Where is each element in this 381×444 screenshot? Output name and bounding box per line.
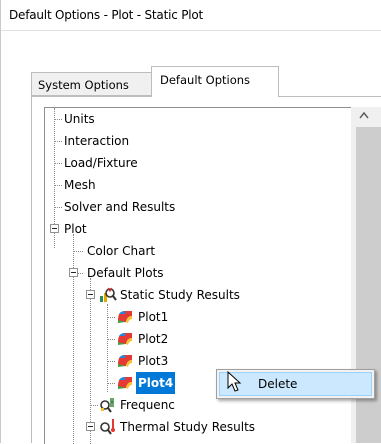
tree-item-label: Plot: [64, 222, 87, 236]
colored-plot-icon: [116, 374, 134, 394]
tree-item-label: Mesh: [64, 178, 96, 192]
tree-connector: [107, 361, 115, 362]
tree-connector: [54, 141, 62, 142]
tree-connector: [90, 278, 91, 444]
thermal-study-icon: [99, 418, 117, 438]
mouse-pointer-icon: [227, 370, 243, 396]
menu-item-label: Delete: [258, 377, 298, 391]
tree-item-label: Default Plots: [87, 266, 164, 280]
tree-item-label: Plot1: [138, 310, 169, 324]
tree-item-label: Thermal Study Results: [120, 420, 256, 434]
tab-system-options[interactable]: System Options: [31, 72, 152, 96]
chevron-up-icon: [359, 111, 369, 119]
tree-item-label: Interaction: [64, 134, 130, 148]
tree-connector: [107, 339, 115, 340]
tree-item-label: Plot3: [138, 354, 169, 368]
tree-item-label: Load/Fixture: [64, 156, 138, 170]
tree-connector: [54, 185, 62, 186]
tree-connector: [54, 119, 62, 120]
tree-item-label: Plot2: [138, 332, 169, 346]
tree-connector: [78, 273, 83, 274]
tab-strip: System Options Default Options: [1, 66, 381, 97]
tree-item-label: Color Chart: [87, 244, 156, 258]
tree-connector: [73, 251, 83, 252]
tree-connector: [73, 234, 74, 444]
collapse-thermal-toggle[interactable]: [86, 422, 95, 431]
tree-item-label-selected: Plot4: [136, 372, 176, 394]
tree-connector: [107, 383, 115, 384]
colored-plot-icon: [116, 330, 134, 350]
colored-plot-icon: [116, 308, 134, 328]
collapse-static-study-toggle[interactable]: [86, 290, 95, 299]
frequency-study-icon: [99, 396, 117, 416]
collapse-plot-toggle[interactable]: [50, 224, 59, 233]
tree-connector: [90, 405, 98, 406]
scroll-up-arrow[interactable]: [351, 107, 381, 124]
title-bar: Default Options - Plot - Static Plot: [1, 0, 381, 31]
magnifier-plot-icon: [99, 287, 117, 306]
tab-default-options[interactable]: Default Options: [151, 66, 279, 97]
tree-item-label: Units: [64, 112, 95, 126]
tree-item-label: Static Study Results: [120, 288, 240, 302]
tree-connector: [107, 317, 115, 318]
tree-item-label: Frequenc: [120, 398, 175, 412]
tree-connector: [54, 163, 62, 164]
collapse-default-plots-toggle[interactable]: [69, 268, 78, 277]
window-title: Default Options - Plot - Static Plot: [9, 8, 204, 22]
tree-connector: [54, 207, 62, 208]
tree-item-label: Solver and Results: [64, 200, 176, 214]
colored-plot-icon: [116, 352, 134, 372]
